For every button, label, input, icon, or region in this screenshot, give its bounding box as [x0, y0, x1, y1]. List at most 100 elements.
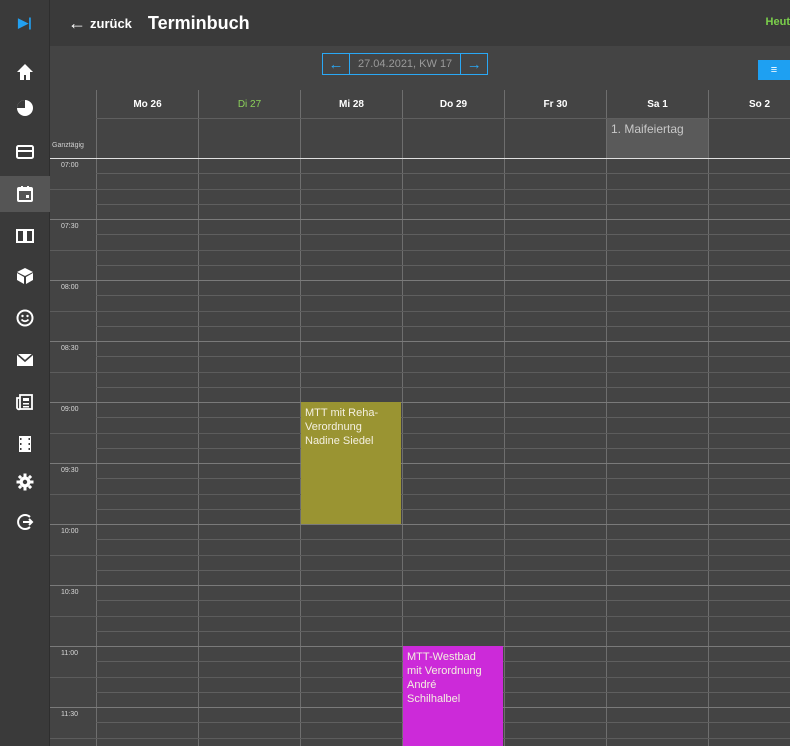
subslot-line — [96, 265, 790, 266]
subslot-line — [96, 173, 790, 174]
subslot-line — [96, 478, 790, 479]
sidebar-item-products[interactable] — [0, 258, 50, 294]
book-icon — [16, 229, 34, 243]
time-label: 11:00 — [61, 650, 78, 657]
next-week-button[interactable]: → — [460, 53, 489, 75]
slot-line — [50, 463, 790, 464]
calendar-icon — [17, 186, 33, 202]
subslot-line — [96, 448, 790, 449]
day-header-1[interactable]: Di 27 — [198, 90, 300, 118]
subslot-line — [50, 555, 790, 556]
today-link[interactable]: Heut — [766, 16, 790, 28]
time-label: 10:00 — [61, 528, 79, 535]
appointment-event[interactable]: MTT mit Reha- Verordnung Nadine Siedel — [301, 402, 401, 524]
sidebar-item-billing[interactable] — [0, 134, 50, 170]
gear-icon — [16, 473, 34, 491]
sidebar-item-films[interactable] — [0, 426, 50, 462]
time-label: 08:30 — [61, 345, 79, 352]
current-week-label: 27.04.2021, KW 17 — [350, 53, 461, 75]
subslot-line — [96, 326, 790, 327]
event-text-line: André — [407, 679, 437, 691]
day-header-3[interactable]: Do 29 — [402, 90, 504, 118]
logout-icon — [17, 514, 34, 530]
allday-label: Ganztägig — [52, 142, 84, 149]
sidebar-toggle-icon[interactable]: ▶| — [0, 0, 50, 46]
subslot-line — [50, 372, 790, 373]
time-label: 10:30 — [61, 589, 79, 596]
time-label: 07:30 — [61, 223, 79, 230]
subslot-line — [96, 295, 790, 296]
day-header-5[interactable]: Sa 1 — [606, 90, 708, 118]
subslot-line — [96, 600, 790, 601]
subslot-line — [96, 509, 790, 510]
slot-line — [50, 402, 790, 403]
arrow-left-icon: ← — [68, 12, 86, 33]
time-label: 11:30 — [61, 711, 78, 718]
event-text-line: MTT-Westbad — [407, 651, 476, 663]
subslot-line — [96, 417, 790, 418]
holiday-entry[interactable]: 1. Maifeiertag — [607, 119, 708, 158]
list-icon: ≡ — [770, 64, 778, 76]
smiley-icon — [16, 309, 34, 327]
subslot-line — [96, 631, 790, 632]
day-header-2[interactable]: Mi 28 — [300, 90, 402, 118]
allday-divider — [50, 158, 790, 159]
subslot-line — [96, 356, 790, 357]
sidebar-item-news[interactable] — [0, 384, 50, 420]
view-menu-button[interactable]: ≡ — [758, 60, 790, 80]
subslot-line — [50, 494, 790, 495]
event-text-line: mit Verordnung — [407, 665, 482, 677]
time-label: 08:00 — [61, 284, 79, 291]
pie-chart-icon — [17, 100, 33, 116]
subslot-line — [96, 234, 790, 235]
event-text-line: MTT mit Reha- — [305, 407, 379, 419]
appointment-event[interactable]: MTT-Westbad mit Verordnung André Schilhalbe… — [403, 646, 503, 746]
sidebar-item-logout[interactable] — [0, 504, 50, 540]
film-icon — [19, 436, 31, 452]
sidebar-item-customers[interactable] — [0, 300, 50, 336]
subslot-line — [50, 616, 790, 617]
arrow-right-icon: → — [466, 55, 482, 73]
slot-line — [50, 341, 790, 342]
sidebar-item-book[interactable] — [0, 218, 50, 254]
event-text-line: Schilhalbel — [407, 693, 461, 705]
prev-week-button[interactable]: ← — [322, 53, 350, 75]
sidebar: ▶| — [0, 0, 50, 746]
newspaper-icon — [16, 394, 33, 411]
sidebar-item-settings[interactable] — [0, 464, 50, 500]
day-header-6[interactable]: So 2 — [708, 90, 790, 118]
mail-icon — [16, 353, 34, 366]
event-text-line: Nadine Siedel — [305, 435, 374, 447]
slot-line — [50, 219, 790, 220]
app-window: ▶| ← zurück Terminbuch Heut ← 27.04.2021… — [0, 0, 790, 746]
home-icon — [17, 64, 33, 80]
week-calendar: Ganztägig 07:00 07:30 08:00 08:30 09:00 09:30… — [50, 90, 790, 746]
day-header-4[interactable]: Fr 30 — [504, 90, 606, 118]
slot-line — [50, 280, 790, 281]
subslot-line — [50, 311, 790, 312]
slot-line — [50, 524, 790, 525]
time-label: 09:30 — [61, 467, 79, 474]
subslot-line — [50, 189, 790, 190]
subslot-line — [96, 570, 790, 571]
subslot-line — [96, 539, 790, 540]
sidebar-item-calendar[interactable] — [0, 176, 50, 212]
back-button-label: zurück — [90, 15, 132, 31]
app-header: ← zurück Terminbuch Heut — [50, 0, 790, 46]
event-text-line: Verordnung — [305, 421, 362, 433]
time-label: 07:00 — [61, 162, 79, 169]
sidebar-item-reports[interactable] — [0, 90, 50, 126]
subslot-line — [50, 433, 790, 434]
subslot-line — [50, 250, 790, 251]
card-icon — [16, 145, 34, 159]
sidebar-item-home[interactable] — [0, 54, 50, 90]
page-title: Terminbuch — [147, 12, 250, 33]
subslot-line — [96, 204, 790, 205]
subslot-line — [96, 387, 790, 388]
back-button[interactable]: ← zurück — [68, 13, 132, 34]
sidebar-item-mail[interactable] — [0, 342, 50, 378]
day-header-0[interactable]: Mo 26 — [96, 90, 198, 118]
arrow-left-icon: ← — [328, 55, 344, 73]
cube-icon — [17, 268, 33, 284]
time-label: 09:00 — [61, 406, 79, 413]
